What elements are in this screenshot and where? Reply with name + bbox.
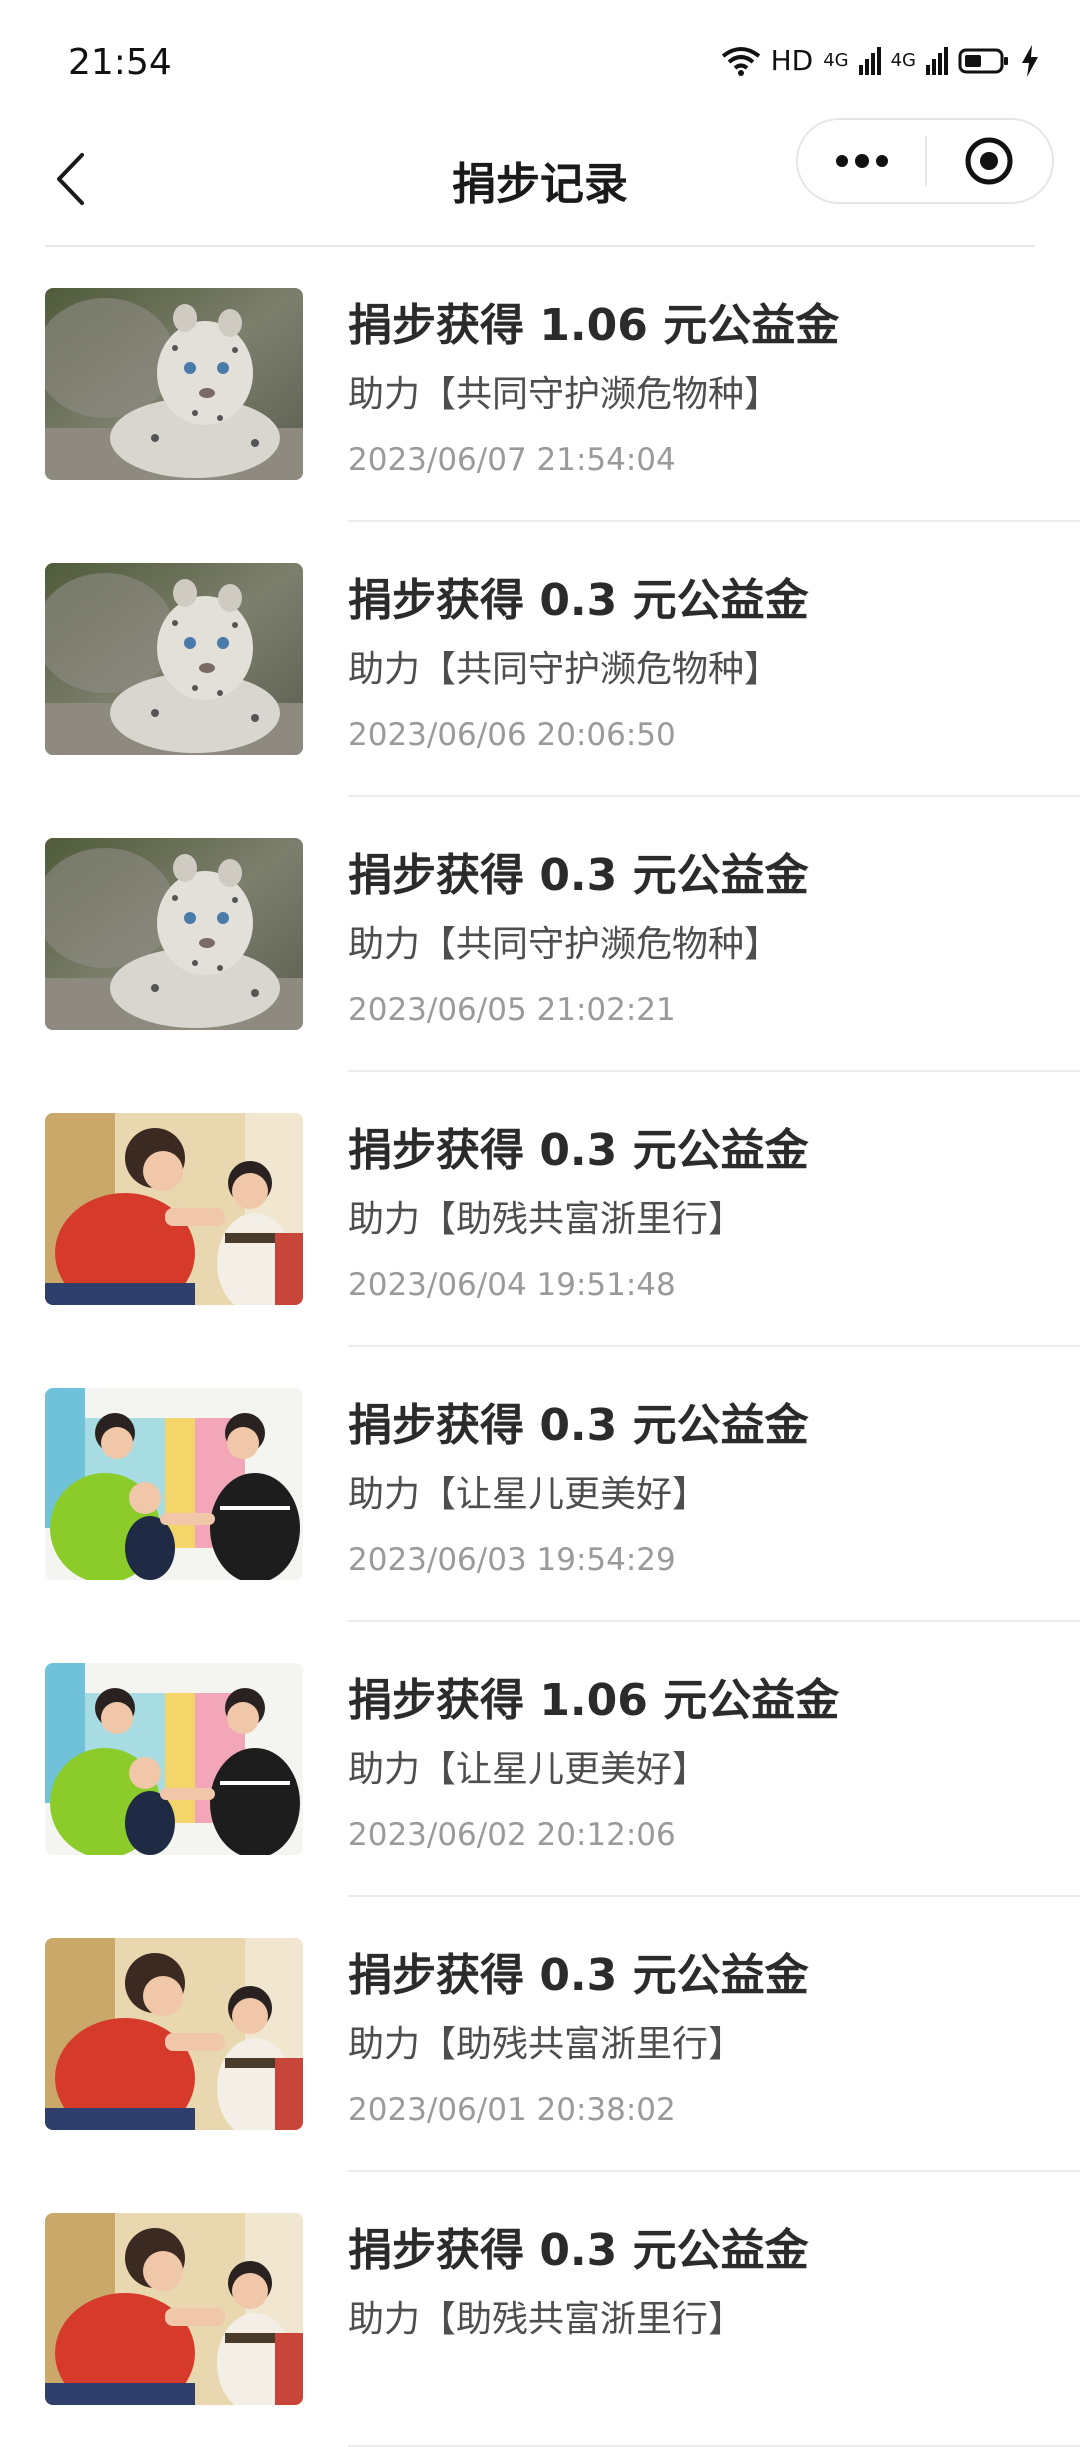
volunteer-child-image [45, 1938, 303, 2130]
record-project: 助力【助残共富浙里行】 [348, 2024, 745, 2065]
list-item[interactable]: 捐步获得 0.3 元公益金助力【共同守护濒危物种】 2023/06/05 21:0… [0, 797, 1080, 1072]
target-close-icon [965, 137, 1013, 185]
signal-label-1: 4G [823, 50, 849, 71]
menu-capsule [796, 118, 1054, 204]
record-timestamp: 2023/06/04 19:51:48 [348, 1267, 676, 1303]
record-timestamp: 2023/06/01 20:38:02 [348, 2092, 676, 2128]
record-timestamp: 2023/06/05 21:02:21 [348, 992, 676, 1028]
network-label: HD [770, 44, 814, 77]
more-dots-icon [835, 154, 888, 168]
record-title: 捐步获得 1.06 元公益金 [348, 1675, 840, 1726]
signal-label-2: 4G [890, 50, 916, 71]
record-project: 助力【共同守护濒危物种】 [348, 649, 781, 690]
record-project: 助力【共同守护濒危物种】 [348, 374, 781, 415]
record-timestamp: 2023/06/03 19:54:29 [348, 1542, 676, 1578]
record-project: 助力【助残共富浙里行】 [348, 1199, 745, 1240]
record-timestamp: 2023/06/07 21:54:04 [348, 442, 676, 478]
status-bar: 21:54 HD 4G 4G [0, 0, 1080, 130]
record-project: 助力【让星儿更美好】 [348, 1749, 709, 1790]
list-item[interactable]: 捐步获得 1.06 元公益金助力【共同守护濒危物种】 2023/06/07 21:… [0, 247, 1080, 522]
record-title: 捐步获得 0.3 元公益金 [348, 2225, 809, 2276]
volunteer-child-image [45, 2213, 303, 2405]
record-timestamp: 2023/06/02 20:12:06 [348, 1817, 676, 1853]
wifi-icon [721, 46, 760, 76]
list-item[interactable]: 捐步获得 1.06 元公益金助力【让星儿更美好】 2023/06/02 20:12… [0, 1622, 1080, 1897]
record-title: 捐步获得 0.3 元公益金 [348, 575, 809, 626]
record-project: 助力【共同守护濒危物种】 [348, 924, 781, 965]
status-time: 21:54 [68, 42, 172, 83]
teachers-child-image [45, 1663, 303, 1855]
battery-icon [958, 48, 1008, 73]
close-miniprogram-button[interactable] [927, 120, 1052, 202]
record-project: 助力【让星儿更美好】 [348, 1474, 709, 1515]
record-project: 助力【助残共富浙里行】 [348, 2299, 745, 2340]
record-title: 捐步获得 0.3 元公益金 [348, 1950, 809, 2001]
record-title: 捐步获得 1.06 元公益金 [348, 300, 840, 351]
more-button[interactable] [798, 120, 925, 202]
record-timestamp: 2023/06/06 20:06:50 [348, 717, 676, 753]
record-title: 捐步获得 0.3 元公益金 [348, 850, 809, 901]
snow-leopard-image [45, 563, 303, 755]
donation-record-list: 捐步获得 1.06 元公益金 助力【共同守护濒危物种】 2023/06/07 21:… [0, 247, 1080, 2447]
charging-icon [1022, 44, 1038, 77]
nav-bar: 捐步记录 [0, 118, 1080, 246]
list-item[interactable]: 捐步获得 0.3 元公益金助力【助残共富浙里行】 2023/06/04 19:51… [0, 1072, 1080, 1347]
list-item[interactable]: 捐步获得 0.3 元公益金助力【助残共富浙里行】 [0, 2172, 1080, 2447]
list-item[interactable]: 捐步获得 0.3 元公益金助力【助残共富浙里行】 2023/06/01 20:38… [0, 1897, 1080, 2172]
snow-leopard-image [45, 838, 303, 1030]
signal-icon [858, 46, 881, 75]
record-title: 捐步获得 0.3 元公益金 [348, 1125, 809, 1176]
status-icons: HD 4G 4G [721, 44, 1040, 77]
signal-icon [926, 46, 948, 75]
teachers-child-image [45, 1388, 303, 1580]
snow-leopard-image [45, 288, 303, 480]
record-title: 捐步获得 0.3 元公益金 [348, 1400, 809, 1451]
volunteer-child-image [45, 1113, 303, 1305]
list-item[interactable]: 捐步获得 0.3 元公益金助力【让星儿更美好】 2023/06/03 19:54:… [0, 1347, 1080, 1622]
list-item[interactable]: 捐步获得 0.3 元公益金助力【共同守护濒危物种】 2023/06/06 20:0… [0, 522, 1080, 797]
